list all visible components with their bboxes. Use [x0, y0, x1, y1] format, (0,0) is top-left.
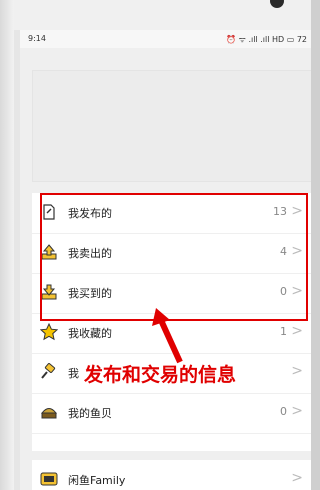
menu-label: 我的鱼贝 [68, 407, 112, 420]
chevron-right-icon: > [291, 363, 303, 379]
family-icon [40, 472, 58, 486]
menu-count: 0 [280, 405, 287, 418]
menu-count: 1 [280, 325, 287, 338]
chevron-right-icon: > [291, 403, 303, 419]
status-bar: 9:14 ⏰ ᯤ .ıll .ıll HD ▭ 72 [20, 30, 311, 48]
phone-frame: 9:14 ⏰ ᯤ .ıll .ıll HD ▭ 72 我发布的 13 > 我卖出… [0, 0, 311, 490]
menu-label: 闲鱼Family [68, 474, 126, 487]
chevron-right-icon: > [291, 323, 303, 339]
menu-label: 我 [68, 367, 79, 380]
star-icon [40, 323, 58, 341]
status-time: 9:14 [28, 34, 46, 43]
fish-coin-icon [40, 408, 58, 419]
phone-side-edge [0, 0, 14, 490]
phone-bezel [0, 0, 311, 30]
menu-label: 我收藏的 [68, 327, 112, 340]
chevron-right-icon: > [291, 470, 303, 486]
status-icons: ⏰ ᯤ .ıll .ıll HD ▭ 72 [226, 35, 307, 44]
menu-item-family[interactable]: 闲鱼Family > [32, 460, 311, 490]
family-card: 闲鱼Family > [32, 460, 311, 490]
annotation-arrow-icon [152, 308, 183, 364]
auction-icon [41, 363, 56, 379]
annotation-text: 发布和交易的信息 [84, 364, 237, 386]
highlight-box [40, 193, 308, 321]
profile-banner[interactable] [32, 70, 311, 182]
menu-item-fish-coins[interactable]: 我的鱼贝 0 > [32, 393, 311, 434]
